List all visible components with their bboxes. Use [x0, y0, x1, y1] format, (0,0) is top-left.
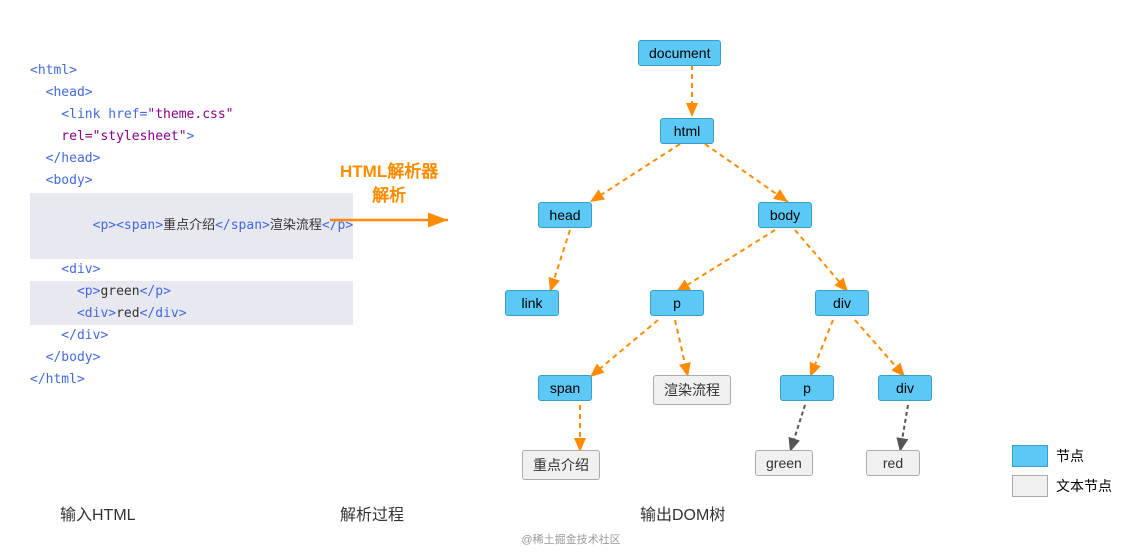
node-p2: p	[780, 375, 834, 401]
node-green: green	[755, 450, 813, 476]
label-input: 输入HTML	[60, 501, 136, 525]
code-line: <link href="theme.css"	[30, 104, 353, 126]
legend-blue-box	[1012, 445, 1048, 467]
node-div2: div	[878, 375, 932, 401]
code-line: </head>	[30, 148, 353, 170]
label-process: 解析过程	[340, 501, 404, 525]
parse-arrow	[330, 200, 460, 240]
code-line: </div>	[30, 325, 353, 347]
node-link: link	[505, 290, 559, 316]
code-line: <body>	[30, 170, 353, 192]
tree-edges	[470, 20, 1070, 480]
label-output: 输出DOM树	[640, 501, 725, 525]
dom-tree: document html head body link p div span …	[470, 20, 1070, 480]
code-line: <html>	[30, 60, 353, 82]
watermark: @稀土掘金技术社区	[521, 531, 620, 547]
code-line: <p>green</p>	[30, 281, 353, 303]
legend: 节点 文本节点	[1012, 445, 1112, 505]
code-line: <div>red</div>	[30, 303, 353, 325]
node-zhongdian: 重点介绍	[522, 450, 600, 480]
node-document: document	[638, 40, 721, 66]
legend-gray-box	[1012, 475, 1048, 497]
code-line: <head>	[30, 82, 353, 104]
node-red: red	[866, 450, 920, 476]
node-head: head	[538, 202, 592, 228]
code-line: rel="stylesheet">	[30, 126, 353, 148]
code-line: </body>	[30, 347, 353, 369]
legend-gray-label: 文本节点	[1056, 476, 1112, 496]
node-body: body	[758, 202, 812, 228]
node-text-render: 渲染流程	[653, 375, 731, 405]
legend-blue-label: 节点	[1056, 446, 1084, 466]
code-line: <p><span>重点介绍</span>渲染流程</p>	[30, 193, 353, 259]
node-html: html	[660, 118, 714, 144]
node-p: p	[650, 290, 704, 316]
code-line: </html>	[30, 369, 353, 391]
node-div: div	[815, 290, 869, 316]
code-line: <div>	[30, 259, 353, 281]
code-panel: <html> <head> <link href="theme.css" rel…	[30, 60, 353, 391]
node-span: span	[538, 375, 592, 401]
